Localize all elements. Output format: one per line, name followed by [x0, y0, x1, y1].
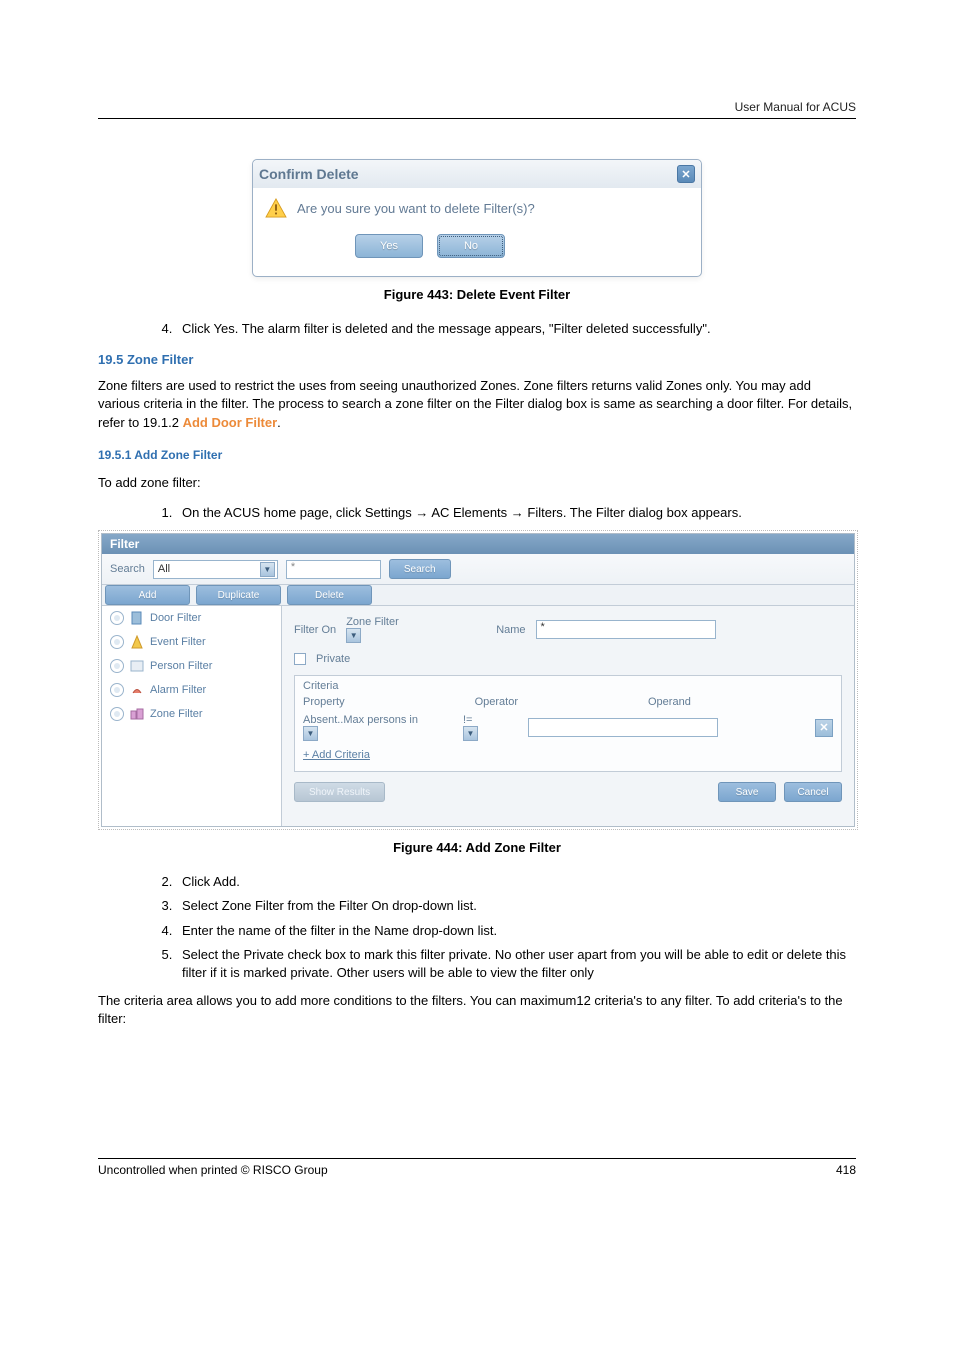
section-19-5-1-heading: 19.5.1 Add Zone Filter	[98, 448, 856, 462]
criteria-group: Criteria Property Operator Operand Absen…	[294, 675, 842, 772]
no-button[interactable]: No	[437, 234, 505, 258]
filter-window-title: Filter	[102, 534, 854, 554]
page-number: 418	[836, 1163, 856, 1177]
person-icon	[130, 659, 144, 673]
filter-on-label: Filter On	[294, 624, 336, 636]
col-property: Property	[303, 696, 345, 708]
filter-item-zone[interactable]: Zone Filter	[102, 702, 281, 726]
door-icon	[130, 611, 144, 625]
filter-type-list: Door Filter Event Filter Person Filter	[102, 606, 282, 826]
filter-dialog-screenshot: Filter Search All ▼ * Search Add Duplica…	[98, 530, 858, 830]
confirm-delete-titlebar: Confirm Delete ✕	[253, 160, 701, 188]
search-label: Search	[110, 563, 145, 575]
filter-item-alarm[interactable]: Alarm Filter	[102, 678, 281, 702]
link-add-door-filter[interactable]: Add Door Filter	[183, 415, 278, 430]
step-1-open-filter: On the ACUS home page, click Settings → …	[176, 504, 856, 522]
step-4-delete: Click Yes. The alarm filter is deleted a…	[176, 320, 856, 338]
criteria-legend: Criteria	[303, 680, 833, 692]
delete-tab-button[interactable]: Delete	[287, 585, 372, 605]
filter-item-event[interactable]: Event Filter	[102, 630, 281, 654]
alarm-icon	[130, 683, 144, 697]
operand-input[interactable]	[528, 718, 718, 737]
radio-icon	[110, 707, 124, 721]
filter-item-person[interactable]: Person Filter	[102, 654, 281, 678]
remove-criteria-button[interactable]: ✕	[815, 719, 833, 737]
property-dropdown[interactable]: Absent..Max persons in ▼	[303, 714, 453, 741]
figure-caption-443: Figure 443: Delete Event Filter	[98, 287, 856, 302]
radio-icon	[110, 683, 124, 697]
tail-paragraph: The criteria area allows you to add more…	[98, 992, 856, 1028]
step-3: Select Zone Filter from the Filter On dr…	[176, 897, 856, 915]
chevron-down-icon: ▼	[346, 628, 361, 643]
section-19-5-para: Zone filters are used to restrict the us…	[98, 377, 856, 432]
event-icon	[130, 635, 144, 649]
confirm-delete-title: Confirm Delete	[259, 166, 359, 182]
radio-icon	[110, 611, 124, 625]
chevron-down-icon: ▼	[260, 562, 275, 577]
zone-icon	[130, 707, 144, 721]
figure-caption-444: Figure 444: Add Zone Filter	[98, 840, 856, 855]
confirm-delete-dialog: Confirm Delete ✕ Are you sure you want t…	[252, 159, 702, 277]
footer-left: Uncontrolled when printed © RISCO Group	[98, 1163, 328, 1177]
search-input[interactable]: *	[286, 560, 381, 579]
name-label: Name	[496, 624, 525, 636]
name-input[interactable]: *	[536, 620, 716, 639]
confirm-message: Are you sure you want to delete Filter(s…	[297, 201, 535, 216]
radio-icon	[110, 635, 124, 649]
chevron-down-icon: ▼	[303, 726, 318, 741]
filter-search-row: Search All ▼ * Search	[102, 554, 854, 585]
add-tab-button[interactable]: Add	[105, 585, 190, 605]
add-criteria-link[interactable]: + Add Criteria	[303, 749, 370, 761]
save-button[interactable]: Save	[718, 782, 776, 802]
page-header: User Manual for ACUS	[98, 100, 856, 119]
step-4: Enter the name of the filter in the Name…	[176, 922, 856, 940]
confirm-message-row: Are you sure you want to delete Filter(s…	[265, 198, 689, 218]
col-operand: Operand	[648, 696, 691, 708]
chevron-down-icon: ▼	[463, 726, 478, 741]
search-button[interactable]: Search	[389, 559, 451, 579]
cancel-button[interactable]: Cancel	[784, 782, 842, 802]
duplicate-tab-button[interactable]: Duplicate	[196, 585, 281, 605]
step-2: Click Add.	[176, 873, 856, 891]
yes-button[interactable]: Yes	[355, 234, 423, 258]
filter-on-dropdown[interactable]: Zone Filter ▼	[346, 616, 476, 643]
show-results-button[interactable]: Show Results	[294, 782, 385, 802]
add-zone-intro: To add zone filter:	[98, 474, 856, 492]
search-dropdown[interactable]: All ▼	[153, 560, 278, 579]
page-footer: Uncontrolled when printed © RISCO Group …	[98, 1158, 856, 1177]
close-icon[interactable]: ✕	[677, 165, 695, 183]
warning-icon	[265, 198, 287, 218]
filter-item-door[interactable]: Door Filter	[102, 606, 281, 630]
private-label: Private	[316, 653, 350, 665]
operator-dropdown[interactable]: != ▼	[463, 714, 518, 741]
private-checkbox[interactable]	[294, 653, 306, 665]
col-operator: Operator	[475, 696, 518, 708]
section-19-5-heading: 19.5 Zone Filter	[98, 352, 856, 367]
step-5: Select the Private check box to mark thi…	[176, 946, 856, 982]
radio-icon	[110, 659, 124, 673]
